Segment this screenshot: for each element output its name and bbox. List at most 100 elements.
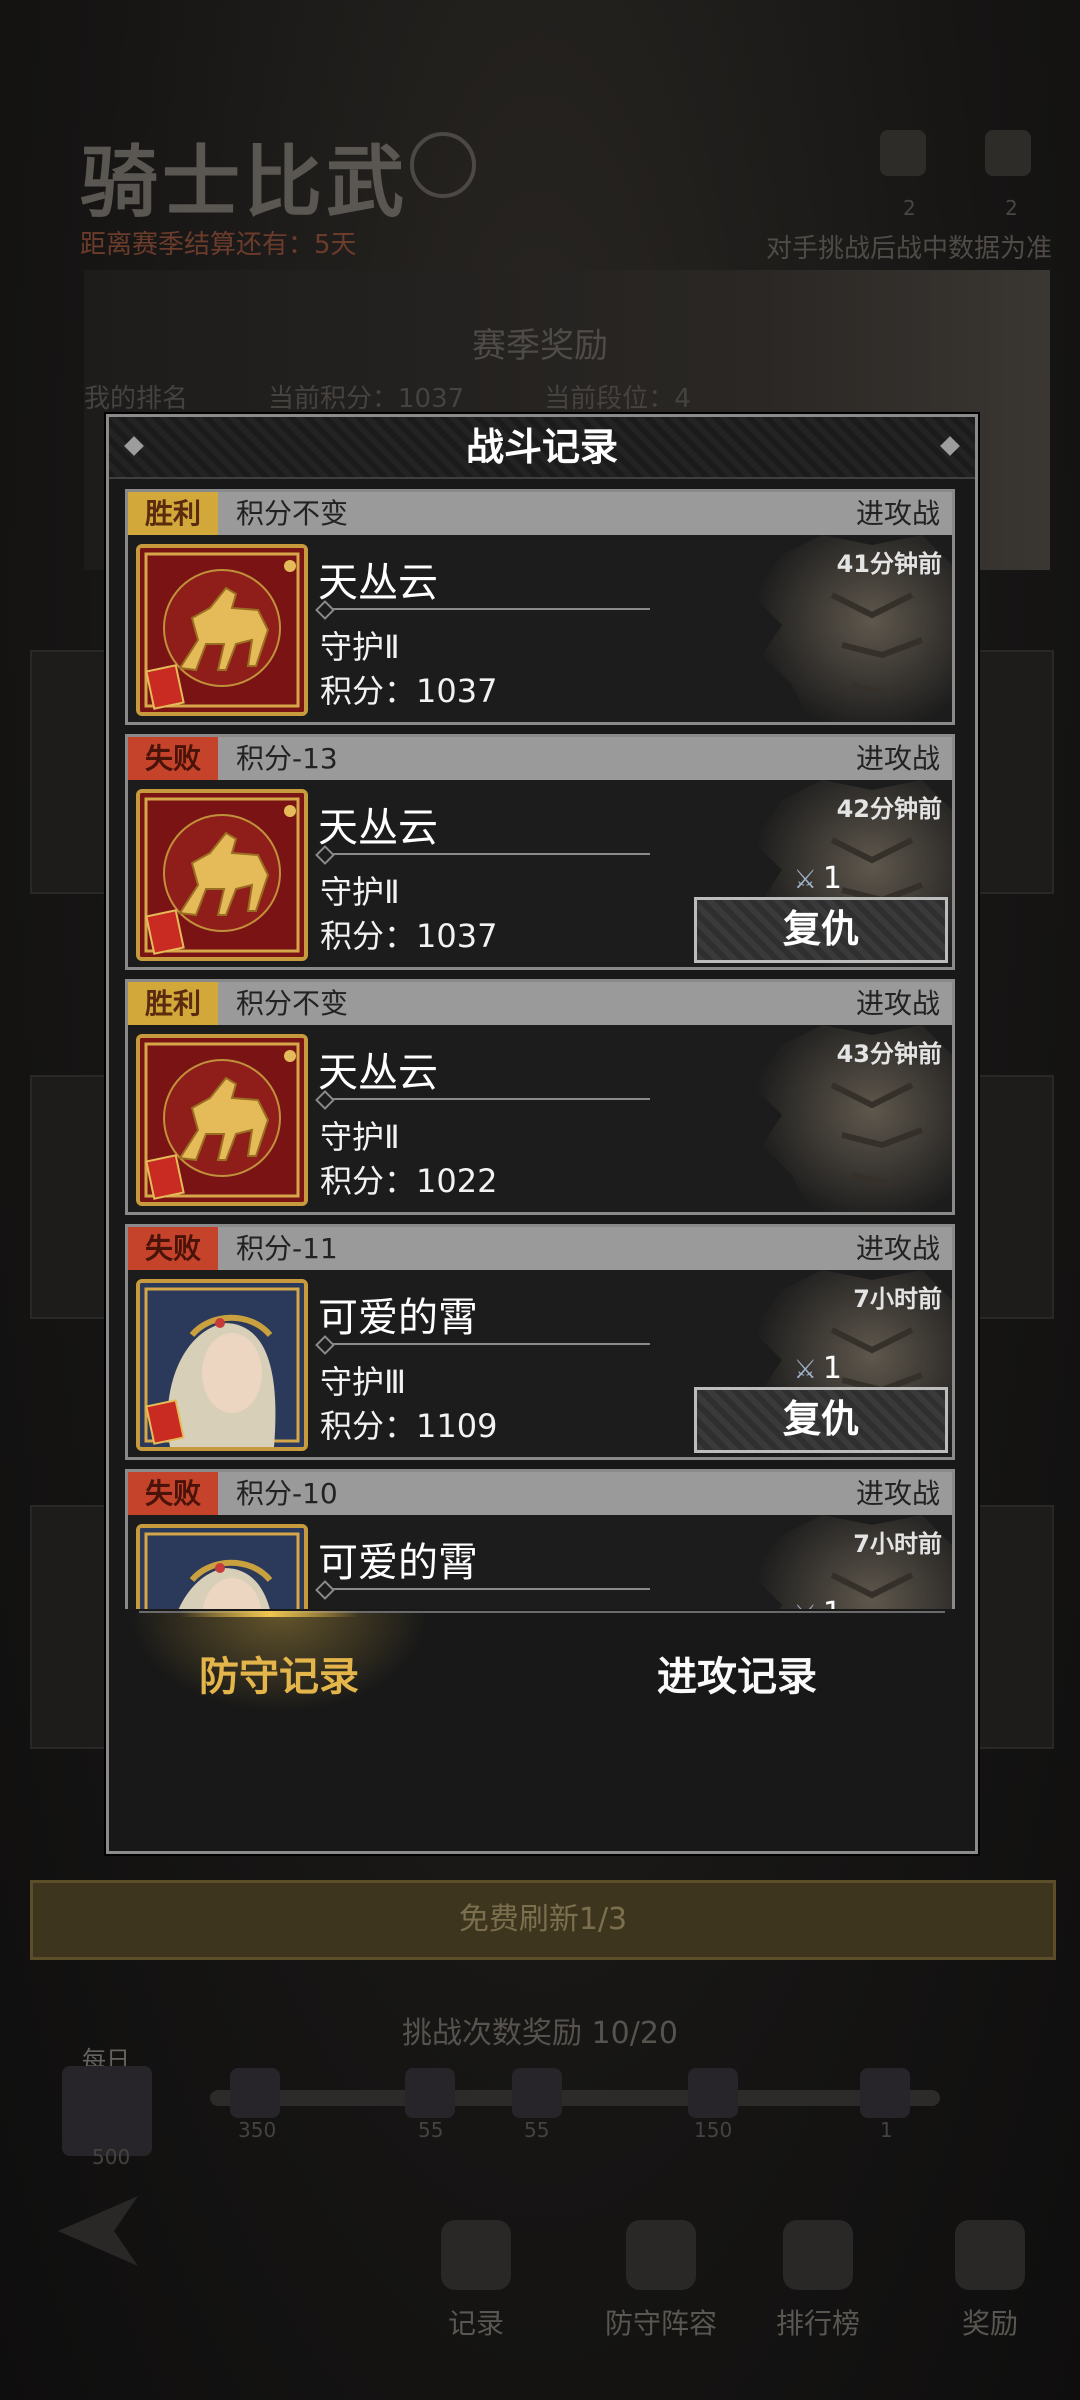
opponent-name: 天丛云 (318, 1050, 438, 1096)
nav-records[interactable]: 记录 (416, 2220, 536, 2342)
opponent-avatar[interactable] (136, 1034, 308, 1206)
opponent-name: 可爱的霄 (318, 1540, 478, 1586)
points-change: 积分不变 (236, 497, 349, 530)
reward-node[interactable] (512, 2068, 562, 2118)
challenge-progress-bar (210, 2090, 940, 2106)
scroll-icon (441, 2220, 511, 2290)
crossed-swords-icon: ⚔ (794, 1600, 817, 1609)
record-tabs: 防守记录 进攻记录 (109, 1627, 975, 1727)
active-tab-indicator (179, 1611, 359, 1617)
opponent-name: 天丛云 (318, 560, 438, 606)
opponent-rank: 守护Ⅲ (320, 1363, 407, 1401)
trophy-icon (783, 2220, 853, 2290)
record-header: 胜利 积分不变 进攻战 (128, 492, 952, 535)
result-badge: 胜利 (128, 492, 218, 535)
tab-attack-records[interactable]: 进攻记录 (587, 1627, 887, 1727)
record-header: 失败 积分-13 进攻战 (128, 737, 952, 780)
crossed-swords-icon: ⚔ (793, 865, 817, 895)
battle-record-item[interactable]: 失败 积分-11 进攻战 可爱的霄守护Ⅲ 积分：1109 7小时前 ⚔ 1 复仇 (125, 1224, 955, 1460)
battle-type: 进攻战 (855, 497, 940, 530)
reward-node-label: 55 (524, 2118, 550, 2142)
reward-node[interactable] (230, 2068, 280, 2118)
battle-record-modal: 战斗记录 胜利 积分不变 进攻战 天丛云 守护Ⅱ 积分：1037 41分钟前 失败 积分-13… (106, 414, 978, 1854)
record-time: 7小时前 (853, 1285, 942, 1313)
points-change: 积分不变 (236, 987, 349, 1020)
reward-node[interactable] (688, 2068, 738, 2118)
record-time: 42分钟前 (836, 795, 942, 823)
page-title: 骑士比武 (80, 137, 409, 228)
record-header: 失败 积分-10 进攻战 (128, 1472, 952, 1515)
reward-node-label: 500 (92, 2145, 131, 2169)
result-badge: 失败 (128, 1472, 218, 1515)
sword-count: 2 (1005, 196, 1018, 220)
battle-record-item[interactable]: 失败 积分-13 进攻战 天丛云守护Ⅱ 积分：1037 42分钟前 ⚔ 1 复仇 (125, 734, 955, 970)
opponent-avatar[interactable] (136, 789, 308, 961)
crossed-swords-icon: ⚔ (793, 1355, 817, 1385)
opponent-rank: 守护Ⅱ (320, 1602, 400, 1609)
nav-leaderboard[interactable]: 排行榜 (758, 2220, 878, 2342)
opponent-score: 积分：1109 (320, 1407, 498, 1445)
points-change: 积分-11 (236, 1232, 338, 1265)
opponent-name: 可爱的霄 (318, 1295, 478, 1341)
helmet-count: 2 (903, 196, 916, 220)
revenge-button[interactable]: 复仇 (694, 897, 948, 963)
nav-rewards[interactable]: 奖励 (930, 2220, 1050, 2342)
chest-icon (955, 2220, 1025, 2290)
sword-icon[interactable] (985, 130, 1031, 176)
reward-node-label: 350 (238, 2118, 277, 2142)
record-list[interactable]: 胜利 积分不变 进攻战 天丛云 守护Ⅱ 积分：1037 41分钟前 失败 积分-13 进攻战 天… (125, 489, 957, 1609)
opponent-avatar[interactable] (136, 1524, 308, 1609)
opponent-rank: 守护Ⅱ (320, 873, 400, 911)
record-header: 失败 积分-11 进攻战 (128, 1227, 952, 1270)
modal-title: 战斗记录 (109, 417, 975, 479)
result-badge: 胜利 (128, 982, 218, 1025)
revenge-count: ⚔1 (794, 1596, 842, 1609)
revenge-count: ⚔1 (793, 1351, 842, 1386)
points-change: 积分-10 (236, 1477, 338, 1510)
record-time: 41分钟前 (836, 550, 942, 578)
opponent-rank: 守护Ⅱ (320, 1118, 400, 1156)
name-divider (320, 1098, 650, 1100)
reward-node-label: 55 (418, 2118, 444, 2142)
result-badge: 失败 (128, 737, 218, 780)
season-countdown: 距离赛季结算还有：5天 (80, 230, 357, 260)
free-refresh-button[interactable]: 免费刷新1/3 (30, 1880, 1056, 1960)
points-change: 积分-13 (236, 742, 338, 775)
opponent-score: 积分：1037 (320, 917, 498, 955)
battle-record-item[interactable]: 失败积分-10进攻战 可爱的霄守护Ⅱ积分：10987小时前⚔1复仇 (125, 1469, 955, 1609)
record-time: 43分钟前 (836, 1040, 942, 1068)
battle-record-item[interactable]: 胜利 积分不变 进攻战 天丛云守护Ⅱ 积分：1037 41分钟前 (125, 489, 955, 725)
revenge-count: ⚔1 (793, 861, 842, 896)
opponent-avatar[interactable] (136, 1279, 308, 1451)
challenge-reward-title: 挑战次数奖励 10/20 (402, 2016, 678, 2051)
record-time: 7小时前 (853, 1530, 942, 1558)
name-divider (320, 853, 650, 855)
battle-type: 进攻战 (855, 742, 940, 775)
battle-tip: 对手挑战后战中数据为准 (765, 234, 1052, 264)
revenge-button[interactable]: 复仇 (694, 1387, 948, 1453)
search-icon[interactable] (410, 132, 476, 198)
reward-node-label: 150 (694, 2118, 733, 2142)
daily-reward-chest[interactable] (62, 2066, 152, 2156)
reward-node[interactable] (860, 2068, 910, 2118)
battle-record-item[interactable]: 胜利 积分不变 进攻战 天丛云守护Ⅱ 积分：1022 43分钟前 (125, 979, 955, 1215)
opponent-rank: 守护Ⅱ (320, 628, 400, 666)
opponent-name: 天丛云 (318, 805, 438, 851)
name-divider (320, 1588, 650, 1590)
opponent-avatar[interactable] (136, 544, 308, 716)
battle-type: 进攻战 (855, 987, 940, 1020)
name-divider (320, 1343, 650, 1345)
name-divider (320, 608, 650, 610)
nav-defense-lineup[interactable]: 防守阵容 (586, 2220, 736, 2342)
reward-node-label: 1 (880, 2118, 893, 2142)
battle-type: 进攻战 (855, 1477, 940, 1510)
season-reward-title: 赛季奖励 (472, 326, 608, 366)
helmet-icon[interactable] (880, 130, 926, 176)
battle-type: 进攻战 (855, 1232, 940, 1265)
opponent-score: 积分：1037 (320, 672, 498, 710)
opponent-score: 积分：1022 (320, 1162, 498, 1200)
tab-defense-records[interactable]: 防守记录 (129, 1627, 429, 1727)
reward-node[interactable] (405, 2068, 455, 2118)
result-badge: 失败 (128, 1227, 218, 1270)
season-stats: 我的排名 当前积分：1037 当前段位：4 (84, 384, 691, 414)
